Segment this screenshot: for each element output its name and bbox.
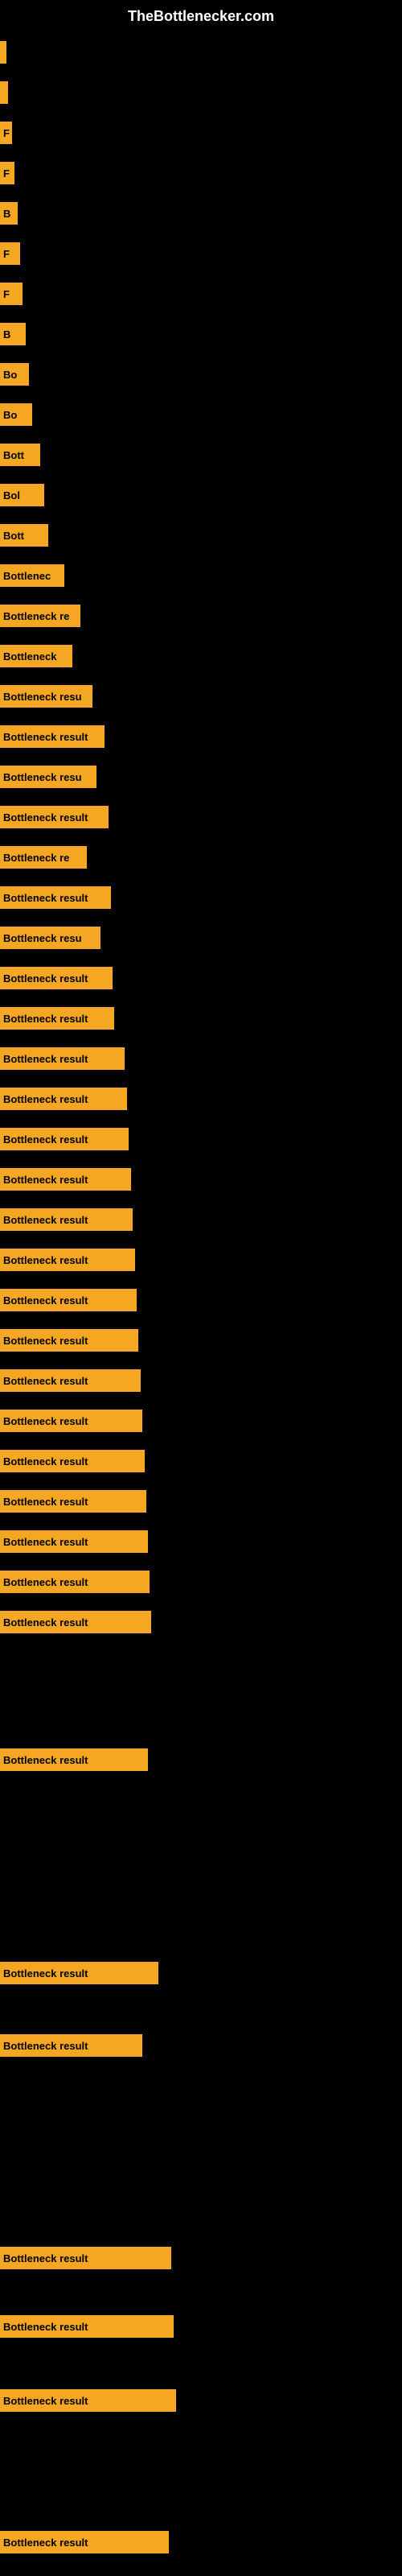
result-bar: Bott — [0, 524, 48, 547]
bar-container: Bottleneck result — [0, 1289, 402, 1311]
result-bar: Bottleneck result — [0, 886, 111, 909]
bar-container: Bott — [0, 524, 402, 547]
bar-container: Bottleneck result — [0, 1007, 402, 1030]
bar-container: Bottleneck result — [0, 1490, 402, 1513]
result-bar — [0, 81, 8, 104]
result-bar: Bott — [0, 444, 40, 466]
result-bar: Bottleneck resu — [0, 766, 96, 788]
result-bar: Bol — [0, 484, 44, 506]
result-bar: Bottleneck result — [0, 1530, 148, 1553]
bar-container: F — [0, 122, 402, 144]
result-bar: B — [0, 323, 26, 345]
result-bar: Bottleneck result — [0, 1289, 137, 1311]
bar-container: Bottleneck result — [0, 967, 402, 989]
bar-container: B — [0, 202, 402, 225]
bar-container: F — [0, 283, 402, 305]
result-bar: Bottleneck result — [0, 1962, 158, 1984]
result-bar: Bo — [0, 363, 29, 386]
result-bar: Bottleneck result — [0, 1490, 146, 1513]
bar-container: Bottleneck resu — [0, 685, 402, 708]
result-bar: B — [0, 202, 18, 225]
result-bar — [0, 41, 6, 64]
bar-container: Bottleneck result — [0, 1410, 402, 1432]
result-bar: F — [0, 283, 23, 305]
bar-container: Bott — [0, 444, 402, 466]
result-bar: Bottleneck result — [0, 1329, 138, 1352]
bar-container: Bottleneck result — [0, 1450, 402, 1472]
result-bar: Bottleneck result — [0, 1128, 129, 1150]
bar-container: Bottleneck result — [0, 1369, 402, 1392]
result-bar: Bottleneck result — [0, 1249, 135, 1271]
bar-container: Bottleneck result — [0, 806, 402, 828]
result-bar: Bottleneck resu — [0, 927, 100, 949]
bar-container: Bottleneck result — [0, 886, 402, 909]
bar-container: Bottleneck resu — [0, 766, 402, 788]
bar-container: Bottleneck result — [0, 1168, 402, 1191]
result-bar: Bottleneck re — [0, 846, 87, 869]
bar-container: Bottleneck result — [0, 2315, 402, 2338]
bar-container: Bottleneck result — [0, 725, 402, 748]
result-bar: Bottleneck result — [0, 967, 113, 989]
bar-container: Bottleneck result — [0, 2247, 402, 2269]
result-bar: Bottleneck result — [0, 1571, 150, 1593]
result-bar: Bottleneck result — [0, 1748, 148, 1771]
result-bar: Bottleneck result — [0, 1007, 114, 1030]
result-bar: Bottleneck result — [0, 1047, 125, 1070]
bar-container: Bottleneck result — [0, 1962, 402, 1984]
bar-container: Bottlenec — [0, 564, 402, 587]
result-bar: Bottleneck result — [0, 725, 105, 748]
bar-container: Bottleneck re — [0, 605, 402, 627]
result-bar: F — [0, 162, 14, 184]
bar-container: F — [0, 162, 402, 184]
result-bar: Bottleneck result — [0, 1088, 127, 1110]
bar-container: Bottleneck result — [0, 2389, 402, 2412]
bar-container: Bottleneck result — [0, 1047, 402, 1070]
result-bar: Bottleneck result — [0, 1208, 133, 1231]
bar-container: Bottleneck result — [0, 1530, 402, 1553]
result-bar: Bottleneck result — [0, 2531, 169, 2553]
bar-container: Bottleneck result — [0, 1611, 402, 1633]
bar-container: Bol — [0, 484, 402, 506]
site-title: TheBottlenecker.com — [0, 0, 402, 29]
result-bar: F — [0, 242, 20, 265]
result-bar: Bo — [0, 403, 32, 426]
result-bar: Bottleneck result — [0, 1611, 151, 1633]
result-bar: Bottleneck result — [0, 1369, 141, 1392]
result-bar: Bottleneck result — [0, 2247, 171, 2269]
bar-container: Bottleneck resu — [0, 927, 402, 949]
result-bar: Bottleneck result — [0, 2389, 176, 2412]
bar-container: F — [0, 242, 402, 265]
bar-container: Bottleneck result — [0, 1208, 402, 1231]
bar-container — [0, 81, 402, 104]
result-bar: Bottleneck result — [0, 806, 109, 828]
bar-container: B — [0, 323, 402, 345]
result-bar: Bottleneck result — [0, 1410, 142, 1432]
result-bar: Bottleneck resu — [0, 685, 92, 708]
result-bar: F — [0, 122, 12, 144]
bar-container: Bottleneck result — [0, 1329, 402, 1352]
bar-container: Bottleneck result — [0, 1088, 402, 1110]
bar-container: Bottleneck result — [0, 2531, 402, 2553]
bar-container: Bottleneck re — [0, 846, 402, 869]
bar-container: Bottleneck result — [0, 2034, 402, 2057]
bar-container: Bottleneck result — [0, 1571, 402, 1593]
result-bar: Bottleneck result — [0, 1450, 145, 1472]
bar-container: Bottleneck — [0, 645, 402, 667]
result-bar: Bottlenec — [0, 564, 64, 587]
bar-container: Bo — [0, 403, 402, 426]
bar-container: Bottleneck result — [0, 1748, 402, 1771]
result-bar: Bottleneck result — [0, 1168, 131, 1191]
result-bar: Bottleneck result — [0, 2034, 142, 2057]
result-bar: Bottleneck re — [0, 605, 80, 627]
result-bar: Bottleneck result — [0, 2315, 174, 2338]
result-bar: Bottleneck — [0, 645, 72, 667]
bar-container: Bottleneck result — [0, 1128, 402, 1150]
bar-container: Bo — [0, 363, 402, 386]
bar-container — [0, 41, 402, 64]
bar-container: Bottleneck result — [0, 1249, 402, 1271]
